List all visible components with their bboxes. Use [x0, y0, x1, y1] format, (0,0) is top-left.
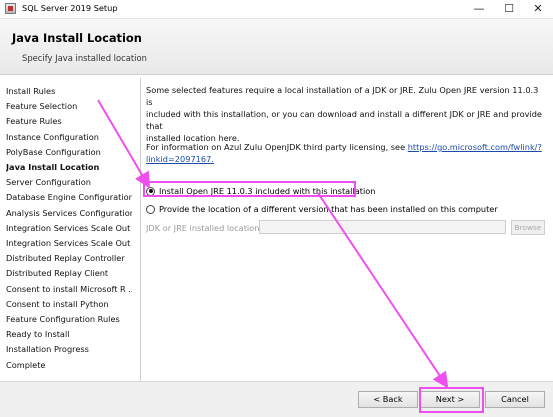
minimize-icon[interactable]: — [464, 0, 494, 18]
option-included-jre[interactable]: Install Open JRE 11.0.3 included with th… [146, 186, 375, 196]
radio-other-jdk[interactable] [146, 204, 155, 214]
close-icon[interactable]: ✕ [523, 0, 553, 18]
sidebar-step: Integration Services Scale Out ... [6, 222, 132, 233]
sidebar-step: Analysis Services Configuration [6, 207, 132, 218]
sidebar-step: Consent to install Python [6, 298, 109, 309]
sidebar-step: Distributed Replay Client [6, 268, 109, 279]
intro-line: included with this installation, or you … [146, 109, 542, 131]
sidebar-step: Distributed Replay Controller [6, 253, 125, 264]
browse-button[interactable]: Browse [511, 220, 545, 235]
sidebar-step: Instance Configuration [6, 131, 99, 142]
licensing-label: For information on Azul Zulu OpenJDK thi… [146, 142, 408, 152]
page-subtitle: Specify Java installed location [22, 53, 147, 63]
maximize-icon[interactable]: ☐ [494, 0, 524, 18]
next-button[interactable]: Next > [420, 391, 480, 408]
option-included-label[interactable]: Install Open JRE 11.0.3 included with th… [159, 186, 375, 196]
sidebar-step: Feature Rules [6, 116, 62, 127]
location-input[interactable] [259, 220, 506, 234]
window-title: SQL Server 2019 Setup [22, 3, 118, 13]
intro-line: Some selected features require a local i… [146, 85, 539, 107]
title-bar: SQL Server 2019 Setup — ☐ ✕ [0, 0, 553, 19]
licensing-link[interactable]: https://go.microsoft.com/fwlink/? [408, 142, 542, 152]
sidebar-step: Complete [6, 359, 46, 370]
intro-text: Some selected features require a local i… [146, 84, 546, 144]
sidebar-step: Installation Progress [6, 344, 89, 355]
sidebar-step: Database Engine Configuration [6, 192, 132, 203]
setup-steps-sidebar: Install Rules Feature Selection Feature Ru… [0, 78, 141, 381]
cancel-button[interactable]: Cancel [485, 391, 545, 408]
sidebar-step: Install Rules [6, 86, 56, 96]
licensing-text: For information on Azul Zulu OpenJDK thi… [146, 141, 546, 165]
sidebar-step: PolyBase Configuration [6, 146, 101, 157]
sidebar-step: Consent to install Microsoft R ... [6, 283, 132, 294]
sidebar-step: Ready to Install [6, 329, 70, 340]
page-header: Java Install Location Specify Java insta… [0, 19, 553, 75]
sidebar-step: Feature Configuration Rules [6, 314, 120, 324]
licensing-link-cont[interactable]: linkid=2097167. [146, 154, 214, 164]
option-other-jdk[interactable]: Provide the location of a different vers… [146, 204, 498, 214]
sql-setup-app-icon [5, 3, 16, 14]
location-label: JDK or JRE installed location: [146, 223, 263, 233]
sidebar-step: Server Configuration [6, 177, 91, 188]
sidebar-step: Integration Services Scale Out ... [6, 238, 132, 248]
back-button[interactable]: < Back [358, 391, 418, 408]
page-title: Java Install Location [12, 31, 142, 45]
radio-included-jre[interactable] [146, 186, 155, 196]
sidebar-step: Feature Selection [6, 101, 78, 112]
sidebar-step: Java Install Location [6, 162, 100, 172]
option-other-label[interactable]: Provide the location of a different vers… [159, 204, 498, 214]
